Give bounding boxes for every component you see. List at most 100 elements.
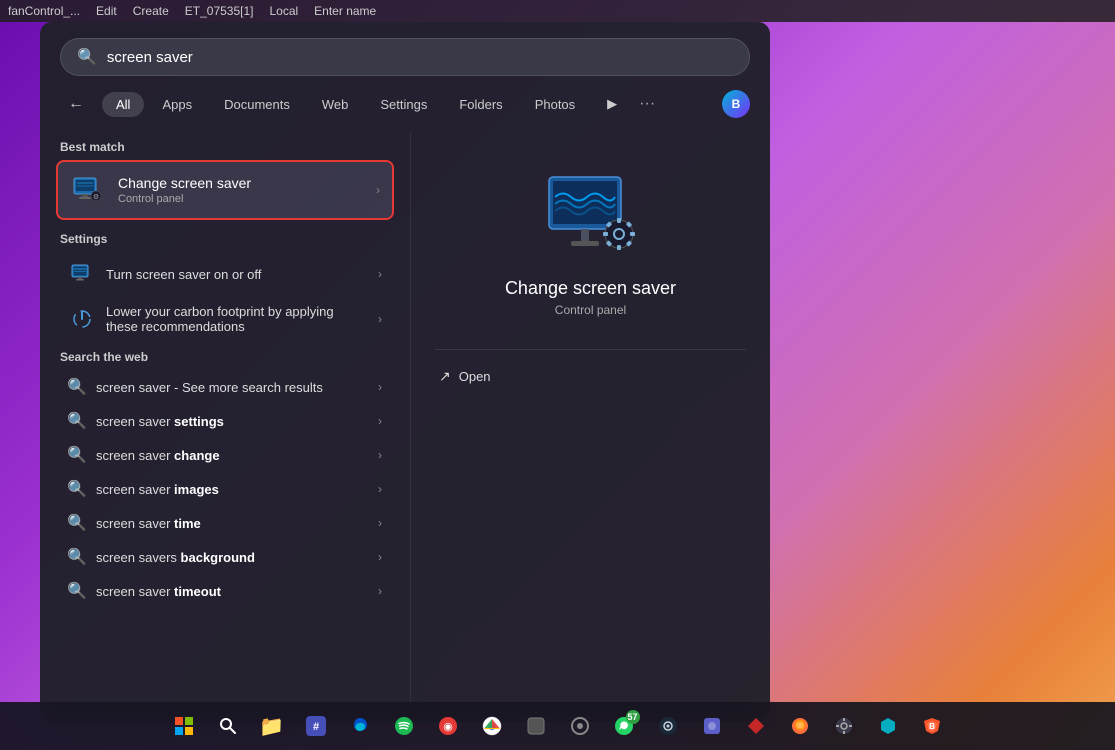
tab-play[interactable]: ▶ xyxy=(593,91,631,117)
settings-app-button[interactable] xyxy=(824,706,864,746)
app-box-button[interactable] xyxy=(516,706,556,746)
web-item-see-more-text: screen saver - See more search results xyxy=(96,380,368,395)
web-item-change-text: screen saver change xyxy=(96,448,368,463)
back-button[interactable]: ← xyxy=(60,88,92,120)
web-item-settings[interactable]: 🔍 screen saver settings › xyxy=(56,404,394,438)
topbar-item-fancotrol[interactable]: fanControl_... xyxy=(8,4,80,18)
tab-web[interactable]: Web xyxy=(308,92,363,117)
svg-text:B: B xyxy=(929,722,935,731)
open-button[interactable]: ↗ Open xyxy=(435,362,495,391)
brave-button[interactable]: B xyxy=(912,706,952,746)
open-button-label: Open xyxy=(459,369,491,384)
tab-documents[interactable]: Documents xyxy=(210,92,304,117)
web-item-see-more[interactable]: 🔍 screen saver - See more search results… xyxy=(56,370,394,404)
detail-panel: Change screen saver Control panel ↗ Open xyxy=(410,132,770,722)
tab-settings[interactable]: Settings xyxy=(366,92,441,117)
web-item-time[interactable]: 🔍 screen saver time › xyxy=(56,506,394,540)
monitor-icon xyxy=(68,260,96,288)
setting-turn-on-off[interactable]: Turn screen saver on or off › xyxy=(56,252,394,296)
chevron-right-icon: › xyxy=(378,312,382,326)
web-item-images-text: screen saver images xyxy=(96,482,368,497)
web-item-time-text: screen saver time xyxy=(96,516,368,531)
whatsapp-button[interactable]: 57 xyxy=(604,706,644,746)
settings-section-label: Settings xyxy=(56,224,394,252)
search-bar: 🔍 xyxy=(60,38,750,76)
search-input[interactable] xyxy=(107,49,733,66)
results-panel: Best match ⚙ xyxy=(40,132,410,722)
panel-content: Best match ⚙ xyxy=(40,132,770,722)
chevron-right-icon: › xyxy=(378,584,382,598)
svg-text:⚙: ⚙ xyxy=(93,193,99,201)
search-web-icon: 🔍 xyxy=(68,582,86,600)
search-panel: 🔍 ← All Apps Documents Web Settings Fold… xyxy=(40,22,770,722)
search-web-icon: 🔍 xyxy=(68,548,86,566)
chevron-right-icon: › xyxy=(378,267,382,281)
best-match-item[interactable]: ⚙ Change screen saver Control panel › xyxy=(56,160,394,220)
chevron-right-icon: › xyxy=(376,183,380,197)
change-screen-saver-large-icon xyxy=(541,172,641,262)
web-section-label: Search the web xyxy=(56,342,394,370)
best-match-text: Change screen saver Control panel xyxy=(118,175,364,205)
web-item-settings-text: screen saver settings xyxy=(96,414,368,429)
topbar-item-et[interactable]: ET_07535[1] xyxy=(185,4,254,18)
tab-photos[interactable]: Photos xyxy=(521,92,589,117)
web-item-timeout[interactable]: 🔍 screen saver timeout › xyxy=(56,574,394,608)
search-web-icon: 🔍 xyxy=(68,378,86,396)
chevron-right-icon: › xyxy=(378,482,382,496)
top-bar: fanControl_... Edit Create ET_07535[1] L… xyxy=(0,0,1115,22)
edge-button[interactable] xyxy=(340,706,380,746)
teams-button[interactable]: # xyxy=(296,706,336,746)
svg-text:◉: ◉ xyxy=(443,721,453,733)
app-diamond-button[interactable] xyxy=(736,706,776,746)
search-icon: 🔍 xyxy=(77,47,97,67)
firefox-button[interactable] xyxy=(780,706,820,746)
best-match-title: Change screen saver xyxy=(118,175,364,191)
tab-apps[interactable]: Apps xyxy=(148,92,206,117)
topbar-item-local[interactable]: Local xyxy=(269,4,298,18)
web-item-background[interactable]: 🔍 screen savers background › xyxy=(56,540,394,574)
search-web-icon: 🔍 xyxy=(68,514,86,532)
web-item-timeout-text: screen saver timeout xyxy=(96,584,368,599)
filter-tabs: ← All Apps Documents Web Settings Folder… xyxy=(40,88,770,132)
taskbar: 📁 # ◉ xyxy=(0,702,1115,750)
detail-title: Change screen saver xyxy=(435,278,746,299)
spotify-button[interactable] xyxy=(384,706,424,746)
file-explorer-button[interactable]: 📁 xyxy=(252,706,292,746)
topbar-item-enter[interactable]: Enter name xyxy=(314,4,376,18)
detail-subtitle: Control panel xyxy=(435,303,746,317)
app-blue-button[interactable] xyxy=(692,706,732,746)
detail-icon-container xyxy=(435,172,746,262)
search-web-icon: 🔍 xyxy=(68,412,86,430)
start-button[interactable] xyxy=(164,706,204,746)
bing-icon[interactable]: B xyxy=(722,90,750,118)
search-web-icon: 🔍 xyxy=(68,446,86,464)
setting-carbon-text: Lower your carbon footprint by applying … xyxy=(106,304,368,334)
chevron-right-icon: › xyxy=(378,414,382,428)
chevron-right-icon: › xyxy=(378,516,382,530)
chevron-right-icon: › xyxy=(378,380,382,394)
best-match-label: Best match xyxy=(56,132,394,160)
open-link-icon: ↗ xyxy=(439,368,451,385)
app-red-button[interactable]: ◉ xyxy=(428,706,468,746)
web-item-images[interactable]: 🔍 screen saver images › xyxy=(56,472,394,506)
taskbar-search-button[interactable] xyxy=(208,706,248,746)
setting-carbon[interactable]: Lower your carbon footprint by applying … xyxy=(56,296,394,342)
chevron-right-icon: › xyxy=(378,550,382,564)
svg-text:#: # xyxy=(312,721,318,733)
topbar-item-create[interactable]: Create xyxy=(133,4,169,18)
change-screen-saver-icon: ⚙ xyxy=(70,172,106,208)
steam-button[interactable] xyxy=(648,706,688,746)
tab-folders[interactable]: Folders xyxy=(445,92,516,117)
whatsapp-badge: 57 xyxy=(626,710,640,724)
app-circle-button[interactable] xyxy=(560,706,600,746)
web-item-background-text: screen savers background xyxy=(96,550,368,565)
more-options-button[interactable]: ··· xyxy=(639,95,655,113)
divider xyxy=(435,349,746,350)
best-match-subtitle: Control panel xyxy=(118,193,364,205)
web-item-change[interactable]: 🔍 screen saver change › xyxy=(56,438,394,472)
app-hex-button[interactable] xyxy=(868,706,908,746)
tab-all[interactable]: All xyxy=(102,92,144,117)
chrome-button[interactable] xyxy=(472,706,512,746)
search-web-icon: 🔍 xyxy=(68,480,86,498)
topbar-item-edit[interactable]: Edit xyxy=(96,4,117,18)
